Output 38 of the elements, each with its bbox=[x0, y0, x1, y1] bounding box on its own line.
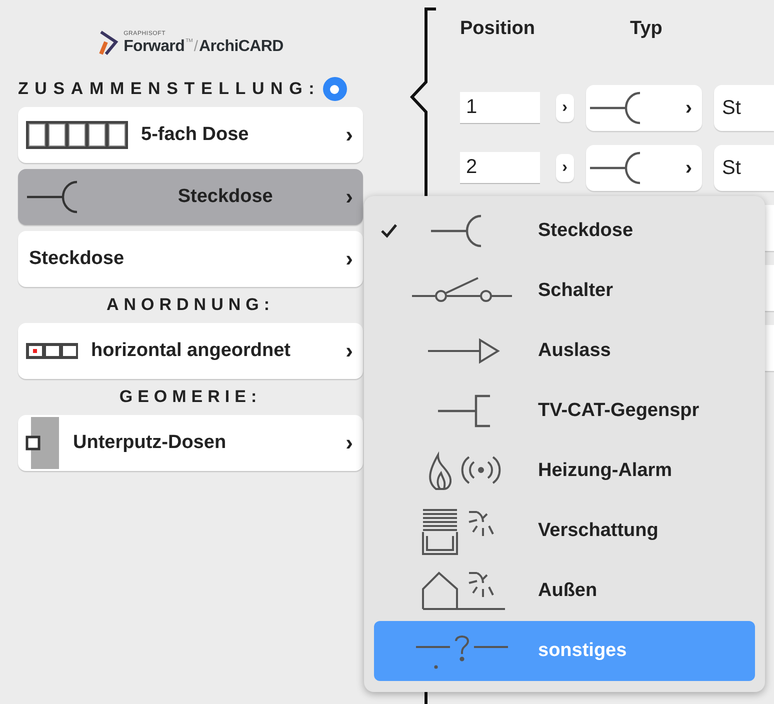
menu-item[interactable]: TV-CAT-Gegenspr bbox=[374, 381, 755, 441]
chevron-button[interactable]: › bbox=[556, 94, 574, 122]
section-heading: GEOMERIE: bbox=[119, 387, 262, 407]
option-button[interactable]: Steckdose › bbox=[18, 169, 363, 225]
wall-box-icon bbox=[25, 417, 61, 469]
column-header: Position bbox=[460, 18, 536, 40]
position-field[interactable]: 2 bbox=[460, 152, 540, 184]
option-button[interactable]: horizontal angeordnet › bbox=[18, 323, 363, 379]
section-heading: ZUSAMMENSTELLUNG: bbox=[18, 79, 321, 99]
five-socket-frame-icon bbox=[25, 120, 129, 150]
menu-item[interactable]: Auslass bbox=[374, 321, 755, 381]
chevron-button[interactable]: › bbox=[556, 154, 574, 182]
position-field[interactable]: 1 bbox=[460, 92, 540, 124]
arrow-triangle-icon bbox=[428, 338, 500, 364]
house-sun-icon bbox=[421, 569, 507, 613]
menu-item[interactable]: Verschattung bbox=[374, 501, 755, 561]
table-cell-button[interactable]: St bbox=[714, 145, 774, 191]
logo-icon bbox=[98, 30, 120, 56]
menu-item[interactable]: Steckdose bbox=[374, 201, 755, 261]
logo-brand: Forward bbox=[124, 38, 185, 56]
table-cell-button[interactable]: St bbox=[714, 85, 774, 131]
menu-item[interactable]: Außen bbox=[374, 561, 755, 621]
radio-button[interactable] bbox=[322, 77, 347, 101]
three-socket-frame-icon bbox=[25, 342, 79, 360]
logo-product: ArchiCARD bbox=[199, 38, 284, 56]
type-button[interactable]: › bbox=[586, 145, 702, 191]
menu-item[interactable]: Heizung-Alarm bbox=[374, 441, 755, 501]
section-heading: ANORDNUNG: bbox=[106, 295, 275, 315]
option-button[interactable]: 5-fach Dose › bbox=[18, 107, 363, 163]
option-button[interactable]: Steckdose › bbox=[18, 231, 363, 287]
type-button[interactable]: › bbox=[586, 85, 702, 131]
logo-separator: / bbox=[194, 38, 198, 55]
checkmark-icon bbox=[380, 223, 398, 239]
bracket-symbol-icon bbox=[438, 394, 490, 428]
column-header: Typ bbox=[630, 18, 664, 40]
flame-signal-icon bbox=[426, 451, 502, 491]
menu-item[interactable]: Schalter bbox=[374, 261, 755, 321]
option-button[interactable]: Unterputz-Dosen › bbox=[18, 415, 363, 471]
